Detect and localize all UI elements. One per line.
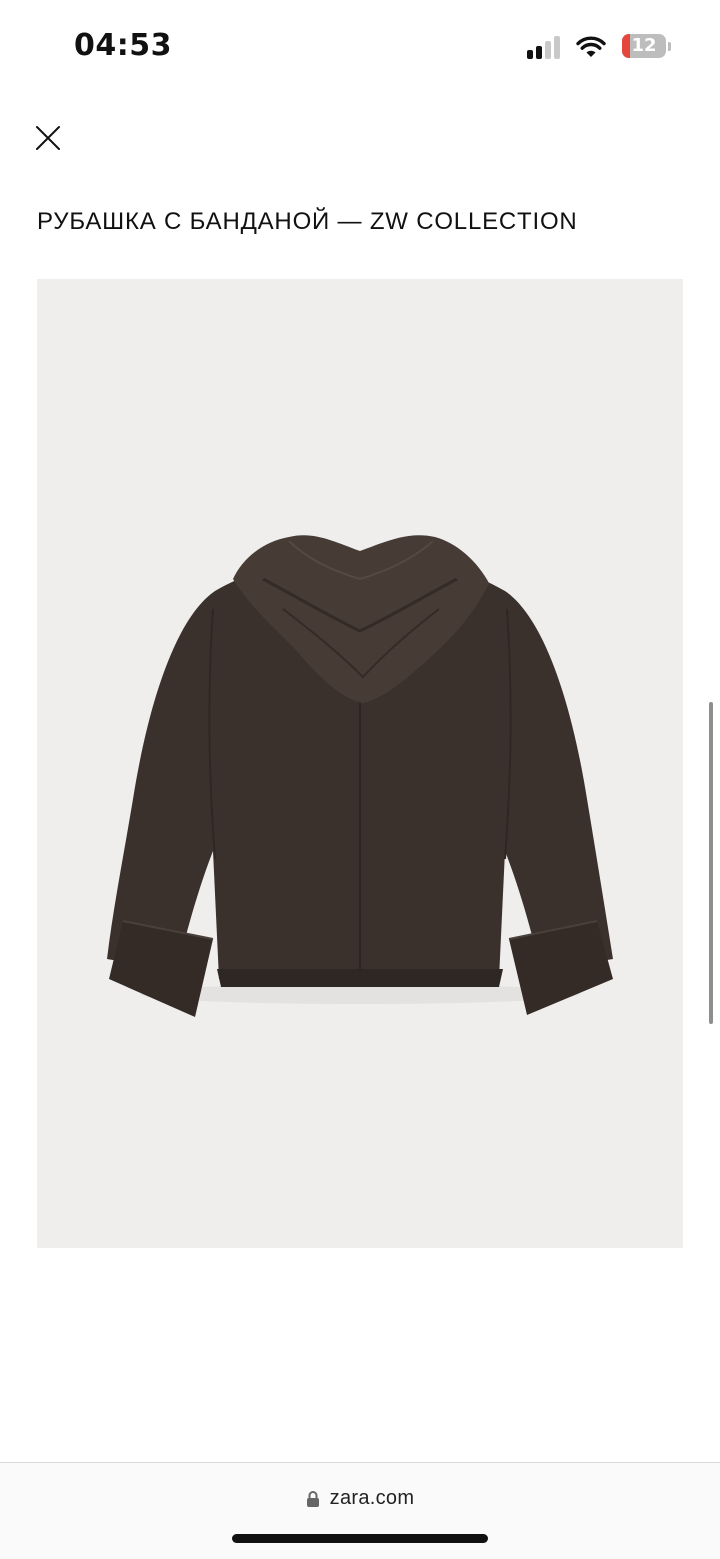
- battery-level: 12: [631, 35, 657, 56]
- browser-address-bar[interactable]: zara.com: [0, 1462, 720, 1559]
- home-indicator[interactable]: [232, 1534, 488, 1543]
- wifi-icon: [576, 36, 606, 57]
- product-photo: [107, 535, 613, 1017]
- product-image[interactable]: [37, 279, 683, 1248]
- url-display[interactable]: zara.com: [0, 1487, 720, 1510]
- status-bar: 04:53 12: [0, 0, 720, 96]
- close-button[interactable]: [34, 124, 62, 152]
- status-time: 04:53: [74, 28, 172, 63]
- url-text: zara.com: [329, 1487, 415, 1509]
- lock-icon: [306, 1490, 319, 1507]
- cellular-signal-icon: [527, 35, 560, 59]
- product-title: РУБАШКА С БАНДАНОЙ — ZW COLLECTION: [37, 208, 578, 235]
- battery-icon: 12: [622, 34, 672, 60]
- close-icon: [36, 126, 60, 150]
- scroll-indicator[interactable]: [709, 702, 713, 1024]
- status-icons: 12: [527, 34, 672, 60]
